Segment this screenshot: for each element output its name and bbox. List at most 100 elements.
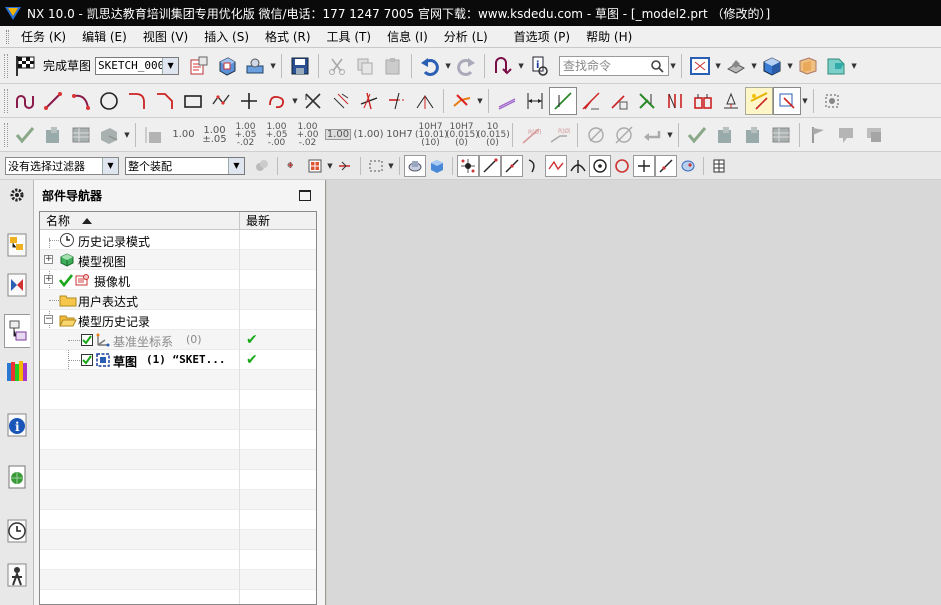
menu-help[interactable]: 帮助 (H) [578, 28, 640, 45]
tree-row-cameras[interactable]: + 摄像机 [40, 269, 316, 290]
column-latest-header[interactable]: 最新 [240, 212, 316, 229]
show-constraints-button[interactable] [633, 87, 661, 115]
cursor-select-button[interactable] [334, 155, 356, 177]
collapse-minus-icon[interactable]: − [44, 314, 53, 324]
sketch-task-env-button[interactable] [185, 52, 213, 80]
hd3d-tools-tab[interactable]: i [4, 408, 30, 442]
trim-button[interactable] [299, 87, 327, 115]
menu-edit[interactable]: 编辑 (E) [74, 28, 135, 45]
face-select-button[interactable] [404, 154, 426, 177]
snap-quadrant-button[interactable] [611, 155, 633, 177]
graphics-window[interactable] [327, 180, 941, 605]
toolbar-grip[interactable] [4, 88, 8, 113]
dim-format-bilateral[interactable]: 1.00 +.05 -.02 [230, 122, 261, 147]
tree-row-model-history[interactable]: − 模型历史记录 [40, 309, 316, 330]
check-feature-button[interactable] [683, 121, 711, 149]
snap-grid-button[interactable] [708, 155, 730, 177]
dim-format-fit[interactable]: 10H7 [384, 130, 415, 140]
linear-dimension-button[interactable] [521, 87, 549, 115]
chevron-down-icon[interactable]: ▼ [326, 152, 334, 179]
annotation-button[interactable] [832, 121, 860, 149]
snap-midpoint-button[interactable] [501, 154, 523, 177]
fillet-button[interactable] [123, 87, 151, 115]
rectangle-select-button[interactable] [365, 155, 387, 177]
dim-format-unilateral-above[interactable]: 1.00 +.05 -.00 [261, 122, 292, 147]
constraint-navigator-tab[interactable] [4, 268, 30, 302]
chevron-down-icon[interactable]: ▼ [444, 52, 452, 80]
dim-format-symmetric-tolerance[interactable]: 1.00 ±.05 [199, 125, 230, 144]
snap-curve-button[interactable] [523, 155, 545, 177]
quick-trim-button[interactable] [355, 87, 383, 115]
chevron-down-icon[interactable]: ▼ [801, 87, 809, 115]
spline-button[interactable] [263, 87, 291, 115]
line-button[interactable] [39, 87, 67, 115]
chevron-down-icon[interactable]: ▼ [387, 152, 395, 179]
dimension-style-button[interactable] [140, 121, 168, 149]
menu-tools[interactable]: 工具 (T) [319, 28, 380, 45]
snap-center-button[interactable] [589, 154, 611, 177]
info-object-button[interactable]: i [525, 52, 553, 80]
history-tab[interactable] [4, 514, 30, 548]
perpendicular-constraint-button[interactable] [577, 87, 605, 115]
quick-extend-button[interactable] [383, 87, 411, 115]
cut-button[interactable] [323, 52, 351, 80]
table-button[interactable] [67, 121, 95, 149]
roles-tab[interactable] [4, 558, 30, 592]
dim-format-basic[interactable]: 1.00 [325, 129, 351, 140]
tree-row-user-expressions[interactable]: 用户表达式 [40, 289, 316, 310]
visibility-checkbox[interactable] [81, 333, 93, 346]
undo-button[interactable] [416, 52, 444, 80]
offset-curve-button[interactable] [327, 87, 355, 115]
menu-analysis[interactable]: 分析 (L) [436, 28, 496, 45]
hole-dim-button[interactable] [610, 121, 638, 149]
redo-button[interactable] [452, 52, 480, 80]
body-select-button[interactable] [426, 155, 448, 177]
view-sketch-button[interactable] [213, 52, 241, 80]
chamfer-button[interactable] [151, 87, 179, 115]
expand-plus-icon[interactable]: + [44, 254, 53, 264]
flag-note-button[interactable] [804, 121, 832, 149]
animate-dimension-button[interactable] [689, 87, 717, 115]
feature-button-2[interactable] [739, 121, 767, 149]
save-button[interactable] [286, 52, 314, 80]
chevron-down-icon[interactable]: ▼ [850, 52, 858, 80]
selection-scope-select[interactable]: 整个装配 ▼ [125, 156, 245, 175]
diameter-dim-button[interactable]: R|Ø| [545, 121, 573, 149]
chevron-down-icon[interactable]: ▼ [786, 52, 794, 80]
view-section-button[interactable] [95, 121, 123, 149]
geometric-constraint-button[interactable] [549, 86, 577, 115]
chevron-down-icon[interactable]: ▼ [476, 87, 484, 115]
assembly-navigator-tab[interactable] [4, 228, 30, 262]
copy-button[interactable] [351, 52, 379, 80]
orient-view-button[interactable] [758, 52, 786, 80]
auto-constrain-button[interactable] [661, 87, 689, 115]
layer-settings-button[interactable] [794, 52, 822, 80]
convert-reference-button[interactable] [717, 87, 745, 115]
dim-format-nominal[interactable]: 1.00 [168, 130, 199, 140]
snap-point-on-surface-button[interactable] [677, 155, 699, 177]
chevron-down-icon[interactable]: ▼ [517, 52, 525, 80]
column-name-header[interactable]: 名称 [40, 212, 240, 229]
chevron-down-icon[interactable]: ▼ [291, 87, 299, 115]
dim-format-unilateral-below[interactable]: 1.00 +.00 -.02 [292, 122, 323, 147]
command-finder-button[interactable] [489, 52, 517, 80]
menu-info[interactable]: 信息 (I) [379, 28, 436, 45]
arc-button[interactable] [67, 87, 95, 115]
expand-plus-icon[interactable]: + [44, 274, 53, 284]
snap-control-point-button[interactable] [545, 154, 567, 177]
snap-existing-point-button[interactable] [633, 154, 655, 177]
snap-endpoint-button[interactable] [457, 154, 479, 177]
menu-insert[interactable]: 插入 (S) [196, 28, 257, 45]
filter-reset-button[interactable] [251, 155, 273, 177]
feature-table-button[interactable] [767, 121, 795, 149]
finish-sketch-label[interactable]: 完成草图 [43, 57, 91, 74]
reuse-library-tab[interactable] [4, 354, 30, 388]
menu-view[interactable]: 视图 (V) [135, 28, 196, 45]
feature-button-1[interactable] [711, 121, 739, 149]
dim-format-tolerance-limits[interactable]: 10 (0.015) (0) [477, 122, 510, 147]
chevron-down-icon[interactable]: ▼ [750, 52, 758, 80]
chevron-down-icon[interactable]: ▼ [269, 52, 277, 80]
menu-task[interactable]: 任务 (K) [13, 28, 74, 45]
chevron-down-icon[interactable]: ▼ [714, 52, 722, 80]
web-browser-tab[interactable] [4, 460, 30, 494]
